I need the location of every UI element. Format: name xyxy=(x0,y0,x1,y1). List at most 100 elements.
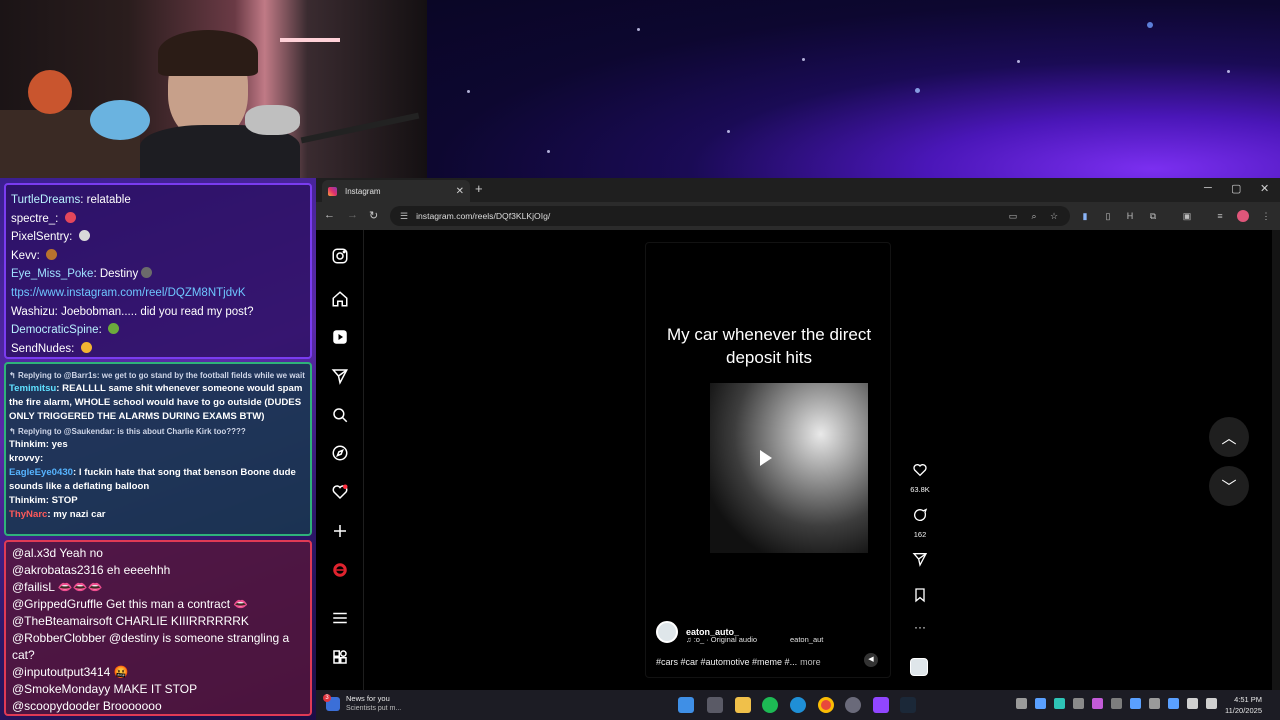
chat-separator: : xyxy=(39,453,44,464)
chat-username[interactable]: Kevv xyxy=(11,250,37,262)
tray-app-icon[interactable] xyxy=(1130,698,1141,709)
split-view-icon[interactable]: ▣ xyxy=(1182,211,1192,221)
tray-app-icon[interactable] xyxy=(1092,698,1103,709)
browser-window: Instagram ✕ + ─ ▢ ✕ ← → ↻ ☰ instagram.co… xyxy=(316,178,1280,690)
system-tray[interactable] xyxy=(1016,698,1217,709)
messages-icon[interactable] xyxy=(331,367,349,385)
comment-button[interactable]: 162 xyxy=(906,507,934,539)
tab-instagram[interactable]: Instagram ✕ xyxy=(322,180,470,202)
audio-thumbnail[interactable] xyxy=(910,658,928,676)
chat-username[interactable]: PixelSentry xyxy=(11,231,69,243)
page-scrollbar[interactable] xyxy=(1272,230,1280,690)
mute-button[interactable]: ◀ xyxy=(864,653,878,667)
audio-label[interactable]: ♫ :o_ · Original audio xyxy=(686,635,757,644)
notifications-heart-icon[interactable] xyxy=(331,483,349,501)
tab-search-icon[interactable]: ≡ xyxy=(1215,211,1225,221)
minimize-button[interactable]: ─ xyxy=(1204,182,1212,194)
chat-username[interactable]: TurtleDreams xyxy=(11,194,80,206)
save-button[interactable] xyxy=(906,587,934,608)
chat-username[interactable]: DemocraticSpine xyxy=(11,324,99,336)
create-plus-icon[interactable] xyxy=(331,522,349,540)
previous-reel-button[interactable]: ︿ xyxy=(1209,417,1249,457)
chrome-icon[interactable] xyxy=(818,697,834,713)
more-menu-icon[interactable] xyxy=(331,609,349,627)
author-avatar[interactable] xyxy=(656,621,678,643)
start-icon[interactable] xyxy=(678,697,694,713)
browser-menu-icon[interactable]: ⋮ xyxy=(1261,211,1271,221)
tray-chevron-icon[interactable] xyxy=(1016,698,1027,709)
forward-button[interactable]: → xyxy=(347,209,358,221)
chat-message: @akrobatas2316 eh eeeehhh xyxy=(12,563,171,577)
chat-username[interactable]: Washizu xyxy=(11,306,55,318)
share-button[interactable] xyxy=(906,551,934,572)
cast-icon[interactable]: ▭ xyxy=(1008,211,1018,221)
home-icon[interactable] xyxy=(331,290,349,308)
emote-icon xyxy=(80,341,92,353)
tray-app-icon[interactable] xyxy=(1168,698,1179,709)
url-input[interactable]: ☰ instagram.com/reels/DQf3KLKjOIg/ xyxy=(390,206,1070,226)
clock-time[interactable]: 4:51 PM xyxy=(1228,695,1262,704)
new-tab-button[interactable]: + xyxy=(475,181,483,196)
profile-avatar[interactable] xyxy=(1237,210,1249,222)
chat-username[interactable]: ThyNarc xyxy=(9,509,47,520)
reload-button[interactable]: ↻ xyxy=(369,209,378,222)
tray-app-icon[interactable] xyxy=(1111,698,1122,709)
obs-icon[interactable] xyxy=(845,697,861,713)
comments-count: 162 xyxy=(913,530,927,539)
tray-app-icon[interactable] xyxy=(1149,698,1160,709)
extension-h-icon[interactable]: H xyxy=(1125,211,1135,221)
chat-username[interactable]: Eye_Miss_Poke xyxy=(11,268,93,280)
extension-doc-icon[interactable]: ▮ xyxy=(1080,211,1090,221)
more-link[interactable]: more xyxy=(800,657,821,667)
chat-username[interactable]: Temimitsu xyxy=(9,383,56,394)
windows-taskbar: 3 News for you Scientists put m... 4:51 … xyxy=(316,690,1280,720)
instagram-logo-icon[interactable] xyxy=(331,247,349,265)
more-options-icon[interactable]: ··· xyxy=(906,620,934,634)
also-from-meta-icon[interactable] xyxy=(331,648,349,666)
back-button[interactable]: ← xyxy=(324,209,335,221)
emote-icon xyxy=(78,230,90,242)
chat-link[interactable]: ttps://www.instagram.com/reel/DQZM8NTjdv… xyxy=(11,287,246,299)
next-reel-button[interactable]: ﹀ xyxy=(1209,466,1249,506)
zoom-icon[interactable]: ⌕ xyxy=(1029,211,1039,221)
site-info-icon[interactable]: ☰ xyxy=(400,211,408,222)
extension-trash-icon[interactable]: ▯ xyxy=(1103,211,1113,221)
spotify-icon[interactable] xyxy=(762,697,778,713)
chat-username[interactable]: spectre_ xyxy=(11,213,55,225)
explore-icon[interactable] xyxy=(331,444,349,462)
audio-author-label[interactable]: eaton_aut xyxy=(790,635,823,644)
reels-icon[interactable] xyxy=(331,328,349,346)
network-icon[interactable] xyxy=(1187,698,1198,709)
twitch-icon[interactable] xyxy=(873,697,889,713)
tray-app-icon[interactable] xyxy=(1054,698,1065,709)
chat-separator: : xyxy=(55,212,62,225)
chat-username[interactable]: Thinkim xyxy=(9,439,46,450)
like-button[interactable]: 63.8K xyxy=(906,462,934,494)
clock-date[interactable]: 11/20/2025 xyxy=(1216,706,1262,715)
reel-player[interactable]: My car whenever the direct deposit hits … xyxy=(645,242,891,678)
close-window-button[interactable]: ✕ xyxy=(1260,182,1269,195)
file-explorer-icon[interactable] xyxy=(735,697,751,713)
search-icon[interactable] xyxy=(331,406,349,424)
chat-panel-middle[interactable]: ↰ Replying to @Barr1s: we get to go stan… xyxy=(4,362,312,536)
chat-username[interactable]: SendNudes xyxy=(11,343,71,355)
chat-username[interactable]: Thinkim xyxy=(9,495,46,506)
profile-icon[interactable] xyxy=(331,561,349,579)
chat-username[interactable]: EagleEye0430 xyxy=(9,467,73,478)
chat-username[interactable]: krovvy xyxy=(9,453,40,464)
news-widget[interactable]: 3 News for you Scientists put m... xyxy=(323,694,401,714)
stream-backdrop xyxy=(427,0,1280,178)
steam-icon[interactable] xyxy=(900,697,916,713)
task-view-icon[interactable] xyxy=(707,697,723,713)
reel-video-frame[interactable] xyxy=(710,383,868,553)
tray-app-icon[interactable] xyxy=(1073,698,1084,709)
tray-app-icon[interactable] xyxy=(1035,698,1046,709)
extensions-puzzle-icon[interactable]: ⧉ xyxy=(1148,211,1158,221)
maximize-button[interactable]: ▢ xyxy=(1231,182,1241,195)
edge-icon[interactable] xyxy=(790,697,806,713)
chat-panel-bottom[interactable]: @al.x3d Yeah no @akrobatas2316 eh eeeehhh… xyxy=(4,540,312,716)
tab-close-icon[interactable]: ✕ xyxy=(456,186,464,197)
bookmark-star-icon[interactable]: ☆ xyxy=(1049,211,1059,221)
play-icon[interactable] xyxy=(760,450,772,466)
chat-panel-top[interactable]: TurtleDreams: relatable spectre_: PixelSe… xyxy=(4,183,312,359)
